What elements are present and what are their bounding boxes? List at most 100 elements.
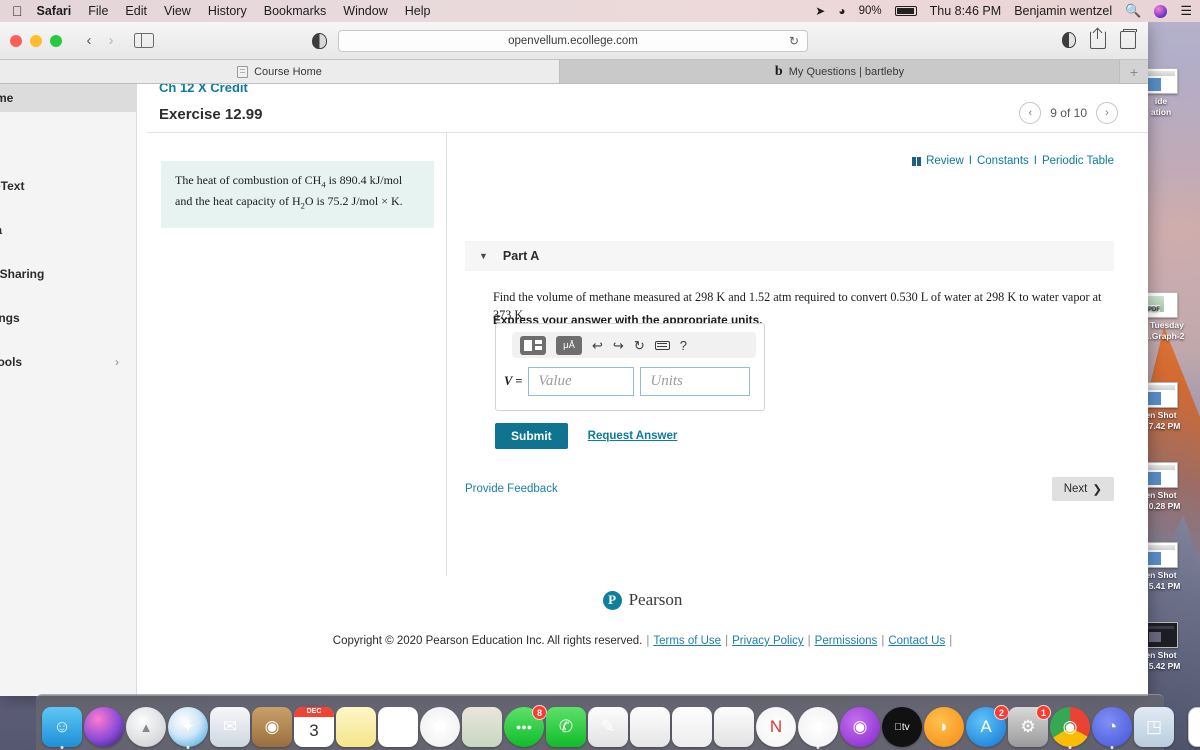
- minimize-window-button[interactable]: [30, 34, 42, 47]
- sidebar-item-settings[interactable]: ttings: [0, 304, 136, 332]
- dock-item-system-preferences[interactable]: ⚙ 1: [1008, 701, 1051, 747]
- sidebar-item-tools[interactable]: Tools ›: [0, 348, 136, 376]
- dock-item-launchpad[interactable]: ▲: [126, 701, 166, 747]
- dock-item-notes[interactable]: [336, 701, 376, 747]
- reload-icon[interactable]: ↻: [789, 34, 799, 48]
- separator-3: |: [807, 635, 811, 647]
- dock-item-reminders[interactable]: [378, 701, 418, 747]
- notification-badge: 8: [532, 705, 547, 720]
- dock-item-safari[interactable]: ✦: [168, 701, 208, 749]
- dock-item-contacts[interactable]: ◉: [252, 701, 292, 747]
- units-input[interactable]: Units: [640, 367, 751, 396]
- units-mu-angstrom-button[interactable]: μÅ: [556, 335, 582, 355]
- menu-item-window[interactable]: Window: [343, 4, 387, 18]
- dock-item-books[interactable]: ◗: [924, 701, 964, 747]
- dock-item-facetime[interactable]: ✆: [546, 701, 586, 747]
- next-question-button[interactable]: ›: [1096, 102, 1118, 124]
- address-bar[interactable]: openvellum.ecollege.com ↻: [338, 30, 808, 52]
- dock-item-appletv[interactable]: tv: [882, 701, 922, 747]
- breadcrumb[interactable]: Ch 12 X Credit: [159, 84, 248, 95]
- forward-chevron-icon[interactable]: ›: [100, 32, 122, 49]
- dock-item-finder[interactable]: ☺: [42, 701, 82, 749]
- privacy-policy-link[interactable]: Privacy Policy: [732, 635, 804, 647]
- keyboard-icon[interactable]: [654, 340, 670, 350]
- dock-item-numbers[interactable]: [630, 701, 670, 747]
- constants-link[interactable]: Constants: [977, 155, 1029, 167]
- terms-of-use-link[interactable]: Terms of Use: [653, 635, 721, 647]
- dock-item-siri[interactable]: [84, 701, 124, 747]
- help-question-icon[interactable]: ?: [680, 339, 687, 352]
- dock-item-mail[interactable]: ✉: [210, 701, 250, 747]
- mail-glyph: ✉: [222, 717, 238, 736]
- menu-item-file[interactable]: File: [88, 4, 108, 18]
- menu-item-edit[interactable]: Edit: [125, 4, 147, 18]
- contact-us-link[interactable]: Contact Us: [888, 635, 945, 647]
- ch4-formula: CH4: [304, 173, 326, 190]
- menubar-clock[interactable]: Thu 8:46 PM: [930, 4, 1002, 18]
- apple-icon[interactable]: : [12, 4, 23, 18]
- dock-item-podcasts[interactable]: ◉: [840, 701, 880, 747]
- math-template-icon[interactable]: [520, 335, 546, 355]
- privacy-shield-icon[interactable]: [1062, 32, 1076, 48]
- redo-arrow-icon[interactable]: ↪: [613, 339, 624, 352]
- siri-icon[interactable]: [1154, 4, 1168, 18]
- dock-item-appstore[interactable]: A2: [966, 701, 1009, 747]
- close-window-button[interactable]: [10, 34, 22, 47]
- dock-item-itunes[interactable]: ♫: [798, 701, 838, 749]
- undo-arrow-icon[interactable]: ↩: [592, 339, 603, 352]
- control-center-icon[interactable]: ☰: [1180, 3, 1192, 19]
- request-answer-link[interactable]: Request Answer: [588, 430, 678, 442]
- menu-item-bookmarks[interactable]: Bookmarks: [264, 4, 327, 18]
- wifi-icon[interactable]: ◕: [838, 4, 845, 18]
- back-chevron-icon[interactable]: ‹: [78, 32, 100, 49]
- maximize-window-button[interactable]: [50, 34, 62, 47]
- menu-item-help[interactable]: Help: [405, 4, 431, 18]
- dock-minimized-window-safari[interactable]: [1188, 701, 1200, 747]
- sidebar-toggle-icon[interactable]: [134, 33, 154, 48]
- sidebar-item-area[interactable]: rea: [0, 216, 136, 244]
- reader-shield-icon[interactable]: [312, 33, 327, 49]
- sidebar-item-etext[interactable]: eText: [0, 172, 136, 200]
- browser-tab-bartleby[interactable]: b My Questions | bartleby: [560, 60, 1120, 83]
- browser-tab-course-home[interactable]: Course Home: [0, 60, 560, 83]
- dock-item-numbers-2[interactable]: [672, 701, 712, 747]
- dock-item-discord[interactable]: ◔: [1092, 701, 1132, 749]
- sidebar-item-content-sharing[interactable]: nt Sharing: [0, 260, 136, 288]
- sidebar-item-announcements[interactable]: s: [0, 112, 136, 140]
- win-thumb: [1144, 462, 1178, 488]
- triangle-down-icon[interactable]: ▼: [479, 251, 488, 261]
- share-icon[interactable]: [1090, 28, 1106, 49]
- new-tab-plus-icon[interactable]: +: [1120, 60, 1148, 83]
- search-icon[interactable]: 🔍: [1125, 3, 1141, 19]
- dock-item-maps[interactable]: [462, 701, 502, 747]
- dock-item-chrome[interactable]: ◉: [1050, 701, 1090, 749]
- separator: |: [646, 635, 650, 647]
- menu-item-view[interactable]: View: [164, 4, 191, 18]
- sidebar-item-label: eText: [0, 179, 25, 193]
- reset-circle-icon[interactable]: ↻: [634, 339, 645, 352]
- dock-item-preview[interactable]: ◳: [1134, 701, 1174, 747]
- dock-item-calendar[interactable]: DEC 3: [294, 701, 334, 747]
- review-link[interactable]: Review: [926, 155, 964, 167]
- menu-item-history[interactable]: History: [208, 4, 247, 18]
- periodic-table-link[interactable]: Periodic Table: [1042, 155, 1114, 167]
- battery-icon[interactable]: [894, 6, 917, 16]
- submit-button[interactable]: Submit: [495, 423, 568, 449]
- dock-item-news[interactable]: N: [756, 701, 796, 747]
- sidebar-item-home[interactable]: Home: [0, 84, 136, 112]
- calendar-month-label: DEC: [294, 707, 334, 717]
- dock-item-photos[interactable]: ✿: [420, 701, 460, 747]
- tab-overview-icon[interactable]: [1120, 29, 1137, 49]
- dock-item-pages[interactable]: ✎: [588, 701, 628, 747]
- menubar-username[interactable]: Benjamin wentzel: [1014, 4, 1112, 18]
- next-button[interactable]: Next ❯: [1051, 477, 1114, 501]
- dock-item-keynote[interactable]: [714, 701, 754, 747]
- part-a-header[interactable]: ▼ Part A: [465, 241, 1114, 271]
- provide-feedback-link[interactable]: Provide Feedback: [465, 483, 558, 495]
- value-input[interactable]: Value: [528, 367, 635, 396]
- prev-question-button[interactable]: ‹: [1019, 102, 1042, 124]
- appletv-icon: tv: [882, 707, 922, 747]
- permissions-link[interactable]: Permissions: [815, 635, 878, 647]
- menu-item-safari[interactable]: Safari: [37, 4, 72, 18]
- dock-item-messages[interactable]: ●●● 8: [504, 701, 547, 747]
